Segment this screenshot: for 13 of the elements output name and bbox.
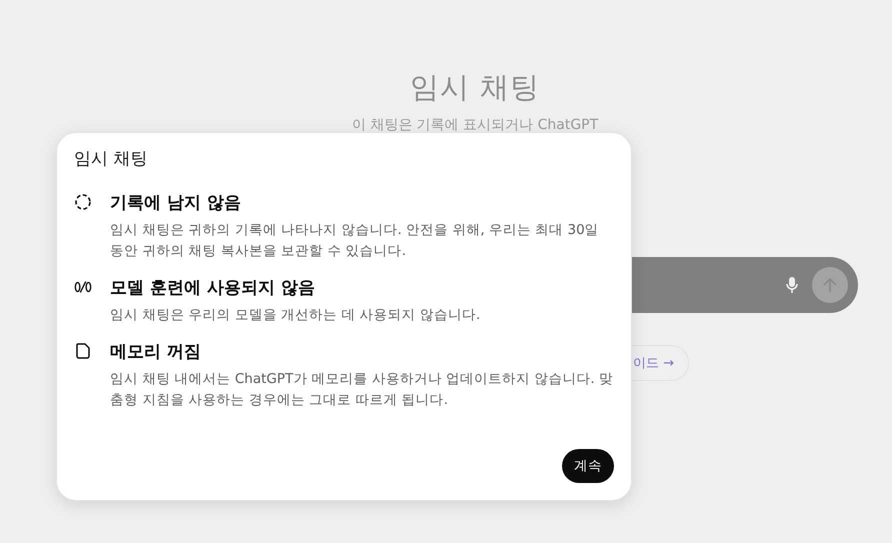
feature-description: 임시 채팅은 우리의 모델을 개선하는 데 사용되지 않습니다.	[110, 306, 482, 325]
feature-heading: 모델 훈련에 사용되지 않음	[110, 277, 316, 299]
page-title: 임시 채팅	[410, 69, 540, 106]
dashed-circle-icon	[74, 193, 92, 211]
document-icon	[74, 342, 92, 360]
page-subtitle: 이 채팅은 기록에 표시되거나 ChatGPT	[352, 116, 598, 134]
microphone-icon[interactable]	[786, 276, 798, 294]
dialog-title: 임시 채팅	[74, 148, 148, 170]
feature-heading: 기록에 남지 않음	[110, 192, 242, 214]
continue-button[interactable]: 계속	[562, 449, 614, 483]
up-arrow-icon	[823, 277, 837, 293]
feature-description: 임시 채팅은 귀하의 기록에 나타나지 않습니다. 안전을 위해, 우리는 최대 30일 동안 귀하의 채팅 복사본을 보관할 수 있습니다.	[110, 221, 600, 261]
feature-heading: 메모리 꺼짐	[110, 341, 202, 363]
